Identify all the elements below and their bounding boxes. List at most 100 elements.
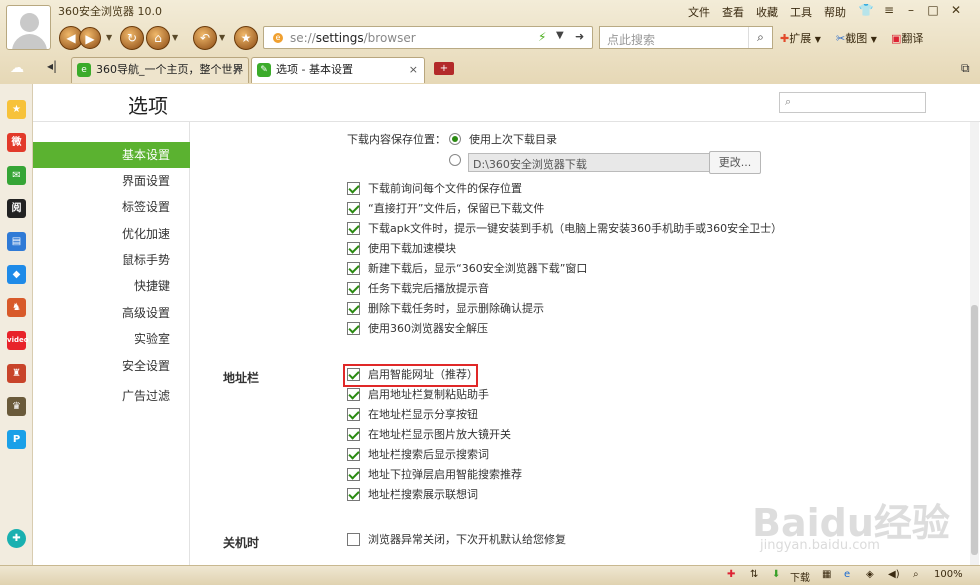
security-icon[interactable]: ✚ bbox=[727, 569, 735, 580]
notes-icon[interactable]: ▤ bbox=[7, 232, 26, 251]
checkbox[interactable] bbox=[347, 182, 360, 195]
chevron-down-icon[interactable]: ▼ bbox=[172, 33, 181, 42]
nav-advanced[interactable]: 高级设置 bbox=[33, 300, 190, 326]
checkbox[interactable] bbox=[347, 428, 360, 441]
game-icon[interactable]: ♞ bbox=[7, 298, 26, 317]
menu-favorites[interactable]: 收藏 bbox=[756, 4, 778, 20]
shutdown-option[interactable]: 浏览器异常关闭，下次开机默认给您修复 bbox=[347, 531, 566, 551]
download-option[interactable]: 新建下载后，显示“360安全浏览器下载”窗口 bbox=[347, 260, 587, 280]
download-option[interactable]: “直接打开”文件后，保留已下载文件 bbox=[347, 200, 544, 220]
tab-list-icon[interactable]: ⧉ bbox=[961, 61, 970, 76]
speed-mode-icon[interactable]: ⚡ bbox=[538, 30, 546, 44]
tab-navigation[interactable]: e 360导航_一个主页，整个世界 × bbox=[71, 57, 249, 83]
search-icon[interactable]: ⌕ bbox=[748, 27, 772, 48]
radio-button[interactable] bbox=[449, 133, 461, 145]
checkbox[interactable] bbox=[347, 242, 360, 255]
settings-search-input[interactable]: ⌕ bbox=[779, 92, 926, 113]
undo-close-button[interactable]: ↶ bbox=[193, 26, 217, 50]
chevron-down-icon[interactable]: ▼ bbox=[106, 33, 115, 42]
nav-optimize[interactable]: 优化加速 bbox=[33, 221, 190, 247]
download-label[interactable]: 下载 bbox=[790, 569, 810, 584]
network-icon[interactable]: ⇅ bbox=[750, 569, 758, 580]
addressbar-option[interactable]: 启用智能网址（推荐） bbox=[347, 366, 478, 386]
nav-interface[interactable]: 界面设置 bbox=[33, 168, 190, 194]
nav-adblock[interactable]: 广告过滤 bbox=[33, 383, 190, 409]
addressbar-option[interactable]: 地址下拉弹层启用智能搜索推荐 bbox=[347, 466, 522, 486]
video-icon[interactable]: video bbox=[7, 331, 29, 350]
sound-icon[interactable]: ◀) bbox=[888, 569, 900, 580]
chevron-down-icon[interactable]: ▼ bbox=[219, 33, 228, 42]
download-path-field[interactable]: D:\360安全浏览器下载 bbox=[468, 153, 710, 172]
refresh-button[interactable]: ↻ bbox=[120, 26, 144, 50]
nav-shortcuts[interactable]: 快捷键 bbox=[33, 273, 190, 299]
checkbox[interactable] bbox=[347, 488, 360, 501]
add-app-icon[interactable]: ✚ bbox=[7, 529, 26, 548]
ie-icon[interactable]: e bbox=[844, 569, 850, 580]
zoom-icon[interactable]: ⌕ bbox=[913, 569, 919, 580]
game-icon[interactable]: ♜ bbox=[7, 364, 26, 383]
scrollbar-thumb[interactable] bbox=[971, 305, 978, 555]
site-info-icon[interactable]: e bbox=[273, 33, 283, 43]
pdf-reader-icon[interactable]: P bbox=[7, 430, 26, 449]
addressbar-option[interactable]: 在地址栏显示分享按钮 bbox=[347, 406, 478, 426]
checkbox[interactable] bbox=[347, 388, 360, 401]
checkbox[interactable] bbox=[347, 468, 360, 481]
checkbox[interactable] bbox=[347, 282, 360, 295]
search-box[interactable]: 点此搜索 ⌕ bbox=[599, 26, 773, 49]
custom-dir-radio[interactable] bbox=[449, 152, 469, 172]
nav-mouse-gesture[interactable]: 鼠标手势 bbox=[33, 247, 190, 273]
menu-view[interactable]: 查看 bbox=[722, 4, 744, 20]
checkbox[interactable] bbox=[347, 202, 360, 215]
minimize-icon[interactable]: – bbox=[902, 2, 920, 18]
nav-basic[interactable]: 基本设置 bbox=[33, 142, 190, 168]
shield-icon[interactable]: ◈ bbox=[866, 569, 874, 580]
use-last-dir-radio[interactable]: 使用上次下载目录 bbox=[449, 131, 557, 151]
tab-settings[interactable]: ✎ 选项 - 基本设置 × bbox=[251, 57, 425, 83]
favorites-star-button[interactable]: ★ bbox=[234, 26, 258, 50]
close-icon[interactable]: × bbox=[409, 58, 418, 82]
checkbox[interactable] bbox=[347, 302, 360, 315]
menu-help[interactable]: 帮助 bbox=[824, 4, 846, 20]
forward-button[interactable]: ▶ bbox=[79, 27, 101, 49]
addressbar-option[interactable]: 在地址栏显示图片放大镜开关 bbox=[347, 426, 511, 446]
checkbox[interactable] bbox=[347, 262, 360, 275]
download-option[interactable]: 下载apk文件时，提示一键安装到手机（电脑上需安装360手机助手或360安全卫士… bbox=[347, 220, 782, 240]
search-input[interactable]: 点此搜索 bbox=[607, 31, 655, 48]
nav-lab[interactable]: 实验室 bbox=[33, 326, 190, 352]
download-option[interactable]: 下载前询问每个文件的保存位置 bbox=[347, 180, 522, 200]
download-option[interactable]: 使用下载加速模块 bbox=[347, 240, 456, 260]
sidebar-toggle-icon[interactable]: ◂| bbox=[47, 59, 57, 73]
checkbox[interactable] bbox=[347, 448, 360, 461]
address-text[interactable]: se://settings/browser bbox=[290, 31, 416, 45]
download-arrow-icon[interactable]: ⬇ bbox=[772, 569, 780, 580]
scrollbar[interactable] bbox=[970, 122, 979, 565]
addressbar-option[interactable]: 地址栏搜索后显示搜索词 bbox=[347, 446, 489, 466]
favorites-icon[interactable]: ★ bbox=[7, 100, 26, 119]
download-option[interactable]: 删除下载任务时，显示删除确认提示 bbox=[347, 300, 544, 320]
nav-security[interactable]: 安全设置 bbox=[33, 353, 190, 379]
avatar[interactable] bbox=[6, 5, 51, 50]
menu-icon[interactable]: ≡ bbox=[880, 2, 898, 18]
gift-icon[interactable]: ▦ bbox=[822, 569, 831, 580]
chat-icon[interactable]: ◆ bbox=[7, 265, 26, 284]
zoom-level[interactable]: 100% bbox=[934, 569, 963, 580]
addressbar-option[interactable]: 启用地址栏复制粘贴助手 bbox=[347, 386, 489, 406]
checkbox[interactable] bbox=[347, 368, 360, 381]
download-option[interactable]: 使用360浏览器安全解压 bbox=[347, 320, 488, 340]
game-icon[interactable]: ♛ bbox=[7, 397, 26, 416]
translate-button[interactable]: ▣翻译 bbox=[891, 30, 923, 46]
extensions-button[interactable]: ✚扩展 ▼ bbox=[780, 30, 821, 46]
checkbox[interactable] bbox=[347, 222, 360, 235]
checkbox[interactable] bbox=[347, 322, 360, 335]
addressbar-option[interactable]: 地址栏搜索展示联想词 bbox=[347, 486, 478, 506]
close-icon[interactable]: ✕ bbox=[947, 2, 965, 18]
menu-tools[interactable]: 工具 bbox=[790, 4, 812, 20]
cloud-icon[interactable]: ☁ bbox=[10, 60, 24, 76]
skin-icon[interactable]: 👕 bbox=[857, 2, 875, 18]
radio-button[interactable] bbox=[449, 154, 461, 166]
new-tab-button[interactable]: + bbox=[434, 62, 454, 75]
news-icon[interactable]: 阅 bbox=[7, 199, 26, 218]
go-arrow-icon[interactable]: ➜ bbox=[575, 30, 584, 43]
change-dir-button[interactable]: 更改... bbox=[709, 151, 761, 174]
chevron-down-icon[interactable]: ▼ bbox=[556, 30, 564, 41]
